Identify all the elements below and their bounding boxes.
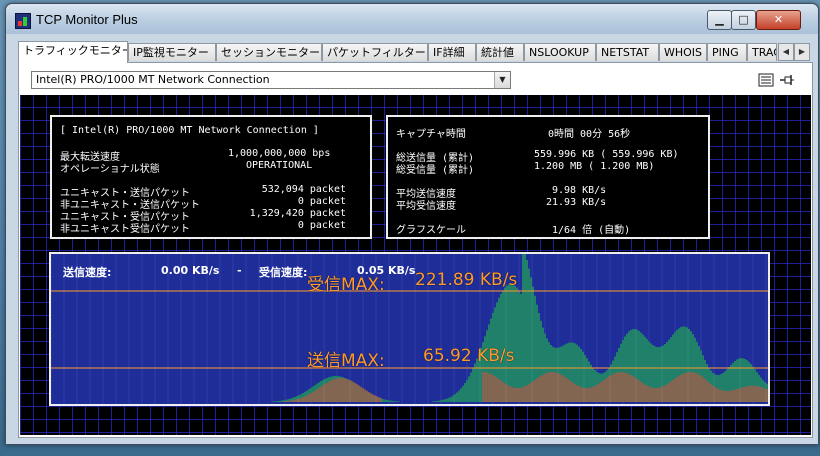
recv-max-value: 221.89 KB/s — [415, 270, 518, 290]
tab-statistics[interactable]: 統計値 — [476, 43, 524, 61]
send-speed-label: 送信速度: — [63, 266, 112, 279]
send-max-label: 送信MAX: — [307, 351, 385, 371]
recv-max-label: 受信MAX: — [307, 275, 385, 295]
list-icon[interactable] — [758, 73, 774, 87]
tab-packet-filter[interactable]: パケットフィルター — [322, 43, 428, 61]
close-button[interactable]: ✕ — [756, 10, 801, 30]
op-state-label: オペレーショナル状態 — [60, 164, 160, 175]
tab-trace[interactable]: TRACE — [747, 43, 777, 61]
capture-stats-panel: キャプチャ時間 0時間 00分 56秒 総送信量 (累計) 559.996 KB… — [386, 115, 710, 239]
total-recv-value: 1.200 MB ( 1.200 MB) — [534, 161, 655, 172]
tab-session-monitor[interactable]: セッションモニター — [216, 43, 322, 61]
tab-traffic-monitor[interactable]: トラフィックモニター — [18, 41, 128, 63]
tab-netstat[interactable]: NETSTAT — [596, 43, 659, 61]
unicast-recv-value: 1,329,420 packet — [249, 208, 346, 219]
recv-speed-label: 受信速度: — [259, 266, 308, 279]
non-unicast-recv-value: 0 packet — [297, 220, 346, 231]
total-sent-value: 559.996 KB ( 559.996 KB) — [534, 149, 679, 160]
minimize-button[interactable]: ▁ — [707, 10, 732, 30]
op-state-value: OPERATIONAL — [246, 160, 313, 171]
total-recv-label: 総受信量 (累計) — [396, 165, 475, 176]
avg-recv-value: 21.93 KB/s — [546, 197, 607, 208]
tab-scroll-left-icon[interactable]: ◀ — [778, 43, 794, 61]
non-unicast-recv-label: 非ユニキャスト受信パケット — [60, 224, 190, 235]
send-speed-value: 0.00 KB/s — [161, 264, 220, 277]
max-speed-value: 1,000,000,000 bps — [228, 148, 331, 159]
capture-time-label: キャプチャ時間 — [396, 129, 466, 140]
avg-sent-value: 9.98 KB/s — [552, 185, 607, 196]
pin-icon[interactable] — [779, 73, 795, 87]
adapter-select[interactable]: Intel(R) PRO/1000 MT Network Connection … — [31, 71, 511, 89]
interface-title: [ Intel(R) PRO/1000 MT Network Connectio… — [60, 125, 319, 136]
tab-scroll-right-icon[interactable]: ▶ — [794, 43, 810, 61]
graph-scale-label: グラフスケール — [396, 225, 466, 236]
tab-ping[interactable]: PING — [707, 43, 747, 61]
speed-separator: - — [237, 264, 242, 277]
non-unicast-sent-value: 0 packet — [297, 196, 346, 207]
tab-ip-monitor[interactable]: IP監視モニター — [128, 43, 216, 61]
tab-nslookup[interactable]: NSLOOKUP — [524, 43, 596, 61]
app-icon — [15, 13, 31, 29]
chevron-down-icon[interactable]: ▼ — [494, 72, 510, 88]
tab-if-detail[interactable]: IF詳細 — [428, 43, 476, 61]
avg-recv-label: 平均受信速度 — [396, 201, 456, 212]
graph-scale-value: 1/64 倍 (自動) — [552, 225, 631, 236]
unicast-sent-value: 532,094 packet — [261, 184, 346, 195]
title-bar[interactable]: TCP Monitor Plus ▁ □ ✕ — [6, 4, 818, 34]
send-max-value: 65.92 KB/s — [423, 346, 515, 366]
window-title: TCP Monitor Plus — [36, 12, 138, 27]
interface-info-panel: [ Intel(R) PRO/1000 MT Network Connectio… — [50, 115, 372, 239]
tab-strip: トラフィックモニター IP監視モニター セッションモニター パケットフィルター … — [18, 41, 813, 63]
traffic-graph: 送信速度: 0.00 KB/s - 受信速度: 0.05 KB/s 受信MAX:… — [49, 252, 770, 406]
adapter-selected-value: Intel(R) PRO/1000 MT Network Connection — [36, 73, 270, 86]
tab-whois[interactable]: WHOIS — [659, 43, 707, 61]
capture-time-value: 0時間 00分 56秒 — [548, 129, 631, 140]
maximize-button[interactable]: □ — [731, 10, 756, 30]
